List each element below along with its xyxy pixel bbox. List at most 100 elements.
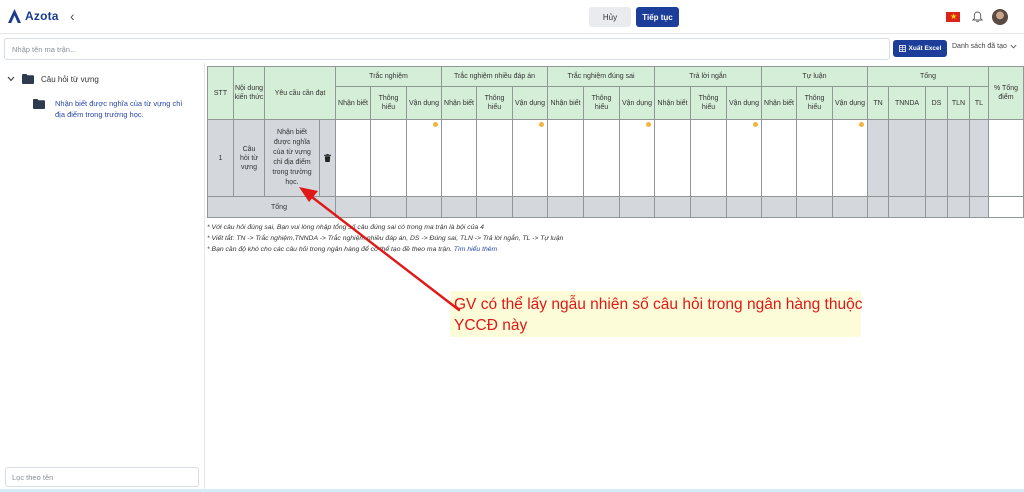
group-essay: Tự luận	[761, 66, 868, 87]
total-cell	[547, 196, 584, 218]
total-tnnda: TNNDA	[888, 86, 926, 120]
cell-input[interactable]	[583, 119, 620, 197]
cell-input[interactable]	[654, 119, 691, 197]
chevron-down-icon[interactable]	[7, 76, 15, 82]
level-recognize: Nhận biết	[335, 86, 371, 120]
total-cell	[888, 119, 926, 197]
level-apply: Vận dụng	[832, 86, 868, 120]
difficulty-dot	[859, 122, 864, 127]
total-cell	[654, 196, 691, 218]
row-requirement-cell: Nhận biết được nghĩa của từ vựng chỉ địa…	[264, 119, 336, 197]
cell-input[interactable]	[441, 119, 477, 197]
cell-input[interactable]	[726, 119, 762, 197]
cell-input[interactable]	[406, 119, 442, 197]
cell-input[interactable]	[619, 119, 655, 197]
total-cell	[925, 196, 948, 218]
cancel-button[interactable]: Hủy	[589, 7, 631, 27]
level-recognize: Nhận biết	[761, 86, 797, 120]
difficulty-dot	[433, 122, 438, 127]
total-cell	[947, 119, 970, 197]
col-requirement: Yêu cầu cần đạt	[264, 66, 336, 120]
group-total: Tổng	[867, 66, 989, 87]
total-ds: DS	[925, 86, 948, 120]
total-cell	[761, 196, 797, 218]
col-percent: % Tổng điểm	[988, 66, 1024, 120]
note-text: * Bạn cần độ khó cho các câu hỏi trong n…	[207, 246, 452, 253]
cell-input[interactable]	[335, 119, 371, 197]
logo-text: Azota	[25, 9, 59, 23]
level-recognize: Nhận biết	[441, 86, 477, 120]
cell-input[interactable]	[761, 119, 797, 197]
level-apply: Vận dụng	[619, 86, 655, 120]
back-chevron-icon[interactable]: ‹	[70, 9, 75, 23]
note-line: * Viết tắt: TN -> Trắc nghiệm,TNNDA -> T…	[207, 235, 564, 242]
folder-icon	[22, 74, 34, 84]
user-avatar[interactable]	[992, 9, 1008, 25]
tree-root-label: Câu hỏi từ vựng	[41, 74, 99, 84]
azota-logo-icon	[8, 9, 21, 23]
total-cell	[925, 119, 948, 197]
tree-child-label: Nhận biết được nghĩa của từ vựng chỉ địa…	[55, 99, 183, 119]
azota-logo[interactable]: Azota	[8, 9, 59, 23]
level-recognize: Nhận biết	[547, 86, 584, 120]
group-true-false: Trắc nghiệm đúng sai	[547, 66, 655, 87]
row-requirement: Nhận biết được nghĩa của từ vựng chỉ địa…	[265, 120, 320, 196]
bell-icon[interactable]	[972, 11, 983, 23]
created-list-dropdown[interactable]: Danh sách đã tạo	[952, 43, 1017, 50]
sidebar: Câu hỏi từ vựng Nhận biết được nghĩa của…	[0, 63, 205, 492]
tree-item-root[interactable]: Câu hỏi từ vựng	[7, 74, 99, 84]
vietnam-flag-icon[interactable]: ★	[946, 12, 960, 22]
learn-more-link[interactable]: Tìm hiểu thêm	[454, 246, 497, 253]
matrix-name-input[interactable]	[4, 38, 890, 60]
cell-input[interactable]	[690, 119, 727, 197]
group-multiple-choice: Trắc nghiệm	[335, 66, 442, 87]
trash-icon[interactable]	[324, 154, 331, 162]
continue-button[interactable]: Tiếp tục	[636, 7, 679, 27]
total-cell	[406, 196, 442, 218]
cell-input[interactable]	[370, 119, 407, 197]
total-cell	[947, 196, 970, 218]
col-content: Nội dung kiến thức	[233, 66, 265, 120]
tree-item-child[interactable]: Nhận biết được nghĩa của từ vựng chỉ địa…	[33, 98, 193, 120]
difficulty-dot	[539, 122, 544, 127]
difficulty-dot	[753, 122, 758, 127]
level-apply: Vận dụng	[726, 86, 762, 120]
row-content: Câu hỏi từ vựng	[233, 119, 265, 197]
total-cell	[969, 119, 989, 197]
notes: * Với câu hỏi đúng sai, Bạn vui lòng nhậ…	[207, 222, 563, 255]
filter-input[interactable]	[5, 467, 199, 487]
total-cell	[796, 196, 833, 218]
col-stt: STT	[207, 66, 234, 120]
matrix-toolbar: Xuất Excel Danh sách đã tạo	[0, 38, 1024, 62]
total-cell	[726, 196, 762, 218]
total-cell	[441, 196, 477, 218]
delete-button[interactable]	[320, 154, 335, 162]
top-bar: Azota ‹ Hủy Tiếp tục ★	[0, 0, 1024, 34]
total-cell	[583, 196, 620, 218]
level-understand: Thông hiểu	[476, 86, 513, 120]
note-line: * Với câu hỏi đúng sai, Bạn vui lòng nhậ…	[207, 224, 484, 231]
total-row: Tổng	[207, 196, 1024, 218]
export-excel-button[interactable]: Xuất Excel	[893, 40, 947, 57]
total-tn: TN	[867, 86, 889, 120]
percent-cell	[988, 119, 1024, 197]
cell-input[interactable]	[547, 119, 584, 197]
total-cell	[476, 196, 513, 218]
cell-input[interactable]	[512, 119, 548, 197]
cell-input[interactable]	[796, 119, 833, 197]
group-short-answer: Trả lời ngắn	[654, 66, 762, 87]
total-cell	[867, 196, 889, 218]
row-stt: 1	[207, 119, 234, 197]
total-cell	[832, 196, 868, 218]
level-apply: Vận dụng	[406, 86, 442, 120]
total-cell	[969, 196, 989, 218]
level-understand: Thông hiểu	[796, 86, 833, 120]
group-multi-answer: Trắc nghiệm nhiều đáp án	[441, 66, 548, 87]
folder-icon	[33, 99, 45, 109]
cell-input[interactable]	[832, 119, 868, 197]
total-cell	[512, 196, 548, 218]
total-cell	[690, 196, 727, 218]
cell-input[interactable]	[476, 119, 513, 197]
level-understand: Thông hiểu	[370, 86, 407, 120]
matrix-table: STT Nội dung kiến thức Yêu cầu cần đạt T…	[207, 66, 1024, 218]
